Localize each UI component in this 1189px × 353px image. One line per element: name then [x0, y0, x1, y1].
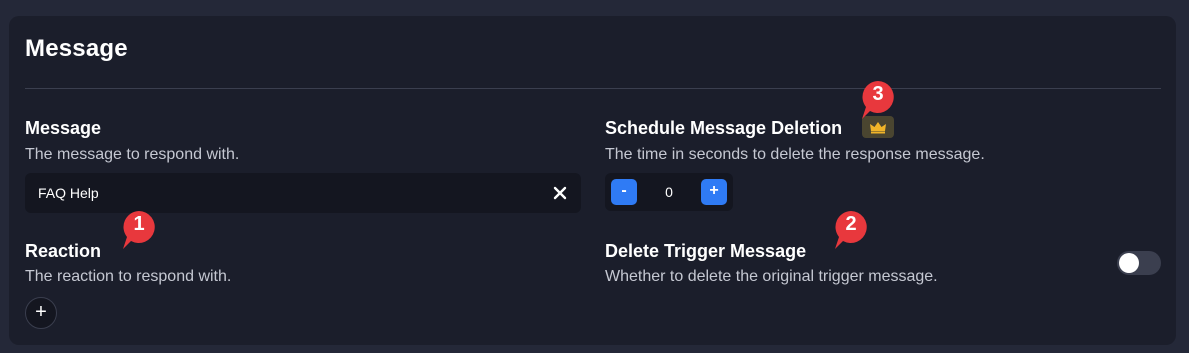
deletion-seconds-value[interactable]: 0	[645, 173, 693, 211]
marker-number: 3	[872, 83, 884, 105]
annotation-marker-3: 3	[860, 79, 896, 123]
decrement-button[interactable]: -	[611, 179, 637, 205]
reaction-description: The reaction to respond with.	[25, 268, 232, 285]
divider	[25, 88, 1161, 89]
deletion-seconds-stepper: - 0 +	[605, 173, 733, 211]
delete-trigger-description: Whether to delete the original trigger m…	[605, 268, 938, 285]
message-input[interactable]	[38, 173, 538, 213]
annotation-marker-1: 1	[121, 209, 157, 253]
annotation-marker-2: 2	[833, 209, 869, 253]
marker-number: 1	[133, 213, 145, 235]
marker-number: 2	[845, 213, 857, 235]
add-reaction-button[interactable]: +	[25, 297, 57, 329]
message-description: The message to respond with.	[25, 146, 240, 163]
card-title: Message	[25, 35, 128, 62]
message-input-box	[25, 173, 581, 213]
increment-button[interactable]: +	[701, 179, 727, 205]
delete-trigger-label: Delete Trigger Message	[605, 241, 807, 261]
toggle-knob	[1119, 253, 1139, 273]
clear-icon[interactable]	[551, 184, 569, 202]
schedule-deletion-label: Schedule Message Deletion	[605, 118, 843, 138]
delete-trigger-toggle[interactable]	[1117, 251, 1161, 275]
message-settings-card: Message Message The message to respond w…	[9, 16, 1176, 345]
message-label: Message	[25, 118, 102, 138]
reaction-label: Reaction	[25, 241, 102, 261]
schedule-deletion-description: The time in seconds to delete the respon…	[605, 146, 985, 163]
